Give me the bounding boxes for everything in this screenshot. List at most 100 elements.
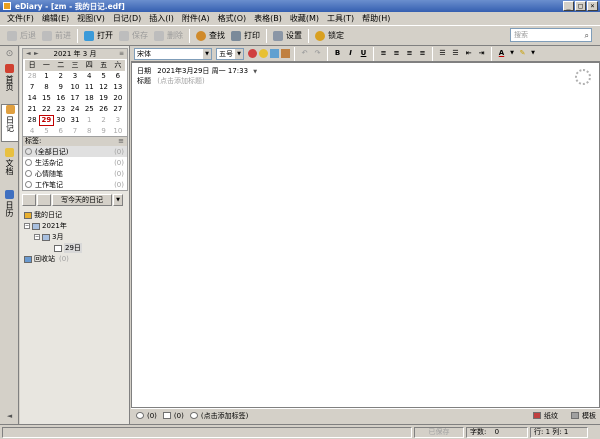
align-right-icon[interactable]: ≡ — [404, 48, 415, 59]
menu-format[interactable]: 格式(O) — [214, 13, 251, 24]
calendar-day[interactable]: 12 — [96, 82, 110, 93]
collapse-icon[interactable]: − — [24, 223, 30, 229]
tags-menu-icon[interactable]: ≡ — [118, 137, 124, 146]
calendar-day[interactable]: 11 — [82, 82, 96, 93]
tree-recycle[interactable]: 回收站 (0) — [24, 254, 69, 264]
next-entry-button[interactable] — [37, 194, 51, 206]
tab-calendar[interactable]: 日历 — [1, 190, 18, 219]
numbered-list-icon[interactable]: ☰ — [450, 48, 461, 59]
tag-all[interactable]: (全部日记) (0) — [23, 146, 127, 157]
chevron-down-icon[interactable]: ▼ — [253, 69, 257, 75]
smiley-icon[interactable] — [259, 49, 268, 58]
template-button[interactable]: 模板 — [571, 411, 596, 421]
calendar-day[interactable]: 3 — [111, 115, 125, 126]
lock-button[interactable]: 锁定 — [312, 28, 347, 44]
tag-mood[interactable]: 心情随笔 (0) — [23, 168, 127, 179]
redo-icon[interactable]: ↷ — [312, 48, 323, 59]
calendar-day[interactable]: 21 — [25, 104, 39, 115]
calendar-day[interactable]: 31 — [68, 115, 82, 126]
calendar-day[interactable]: 18 — [82, 93, 96, 104]
menu-attachment[interactable]: 附件(A) — [178, 13, 214, 24]
calendar-day[interactable]: 8 — [39, 82, 53, 93]
calendar-day[interactable]: 22 — [39, 104, 53, 115]
collapse-icon[interactable]: − — [34, 234, 40, 240]
calendar-day[interactable]: 1 — [82, 115, 96, 126]
prev-entry-button[interactable] — [22, 194, 36, 206]
calendar-day[interactable]: 13 — [111, 82, 125, 93]
menu-table[interactable]: 表格(B) — [250, 13, 286, 24]
minimize-button[interactable]: _ — [563, 1, 574, 11]
calendar-day[interactable]: 17 — [68, 93, 82, 104]
tag-work[interactable]: 工作笔记 (0) — [23, 179, 127, 190]
title-input[interactable]: (点击添加标题) — [157, 77, 204, 85]
calendar-day[interactable]: 28 — [25, 71, 39, 82]
tree-month[interactable]: −3月 — [34, 232, 63, 242]
calendar-day[interactable]: 16 — [54, 93, 68, 104]
calendar-day-today[interactable]: 29 — [39, 115, 54, 126]
menu-view[interactable]: 视图(V) — [73, 13, 109, 24]
calendar-menu-icon[interactable]: ≡ — [119, 50, 124, 57]
forward-button[interactable]: 前进 — [39, 28, 74, 44]
search-input[interactable]: 搜索 ⌕ — [510, 28, 592, 42]
search-icon[interactable]: ⌕ — [585, 30, 589, 42]
maximize-button[interactable]: □ — [575, 1, 586, 11]
calendar-day[interactable]: 20 — [111, 93, 125, 104]
calendar-day[interactable]: 3 — [68, 71, 82, 82]
menu-tools[interactable]: 工具(T) — [323, 13, 358, 24]
tree-day[interactable]: 29日 — [54, 243, 82, 253]
menu-insert[interactable]: 插入(I) — [145, 13, 178, 24]
attachments-button[interactable]: (0) — [162, 412, 184, 420]
tab-documents[interactable]: 文档 — [1, 148, 18, 177]
undo-icon[interactable]: ↶ — [299, 48, 310, 59]
tab-diary[interactable]: 日记 — [1, 104, 18, 142]
calendar-day[interactable]: 28 — [25, 115, 39, 126]
next-month-icon[interactable]: ► — [34, 50, 39, 57]
emoticon-icon[interactable] — [248, 49, 257, 58]
editor-area[interactable]: 日期 2021年3月29日 周一 17:33 ▼ 标题 (点击添加标题) — [131, 62, 600, 408]
menu-favorites[interactable]: 收藏(M) — [286, 13, 323, 24]
chevron-down-icon[interactable]: ▼ — [530, 48, 536, 59]
italic-button[interactable]: I — [345, 48, 356, 59]
menu-help[interactable]: 帮助(H) — [358, 13, 394, 24]
brush-icon[interactable] — [281, 49, 290, 58]
chevron-down-icon[interactable]: ▼ — [509, 48, 515, 59]
delete-button[interactable]: 删除 — [151, 28, 186, 44]
justify-icon[interactable]: ≡ — [417, 48, 428, 59]
save-button[interactable]: 保存 — [116, 28, 151, 44]
align-center-icon[interactable]: ≡ — [391, 48, 402, 59]
font-select[interactable]: 宋体 ▼ — [134, 47, 212, 60]
find-button[interactable]: 查找 — [193, 28, 228, 44]
calendar-day[interactable]: 23 — [54, 104, 68, 115]
calendar-day[interactable]: 19 — [96, 93, 110, 104]
add-tag-button[interactable]: (点击添加标签) — [189, 411, 248, 421]
calendar-day[interactable]: 25 — [82, 104, 96, 115]
calendar-day[interactable]: 10 — [68, 82, 82, 93]
paper-button[interactable]: 纸纹 — [533, 411, 558, 421]
tag-life[interactable]: 生活杂记 (0) — [23, 157, 127, 168]
calendar-day[interactable]: 27 — [111, 104, 125, 115]
calendar-day[interactable]: 1 — [39, 71, 53, 82]
tree-year[interactable]: −2021年 — [24, 221, 67, 231]
indent-icon[interactable]: ⇥ — [476, 48, 487, 59]
calendar-day[interactable]: 2 — [96, 115, 110, 126]
outdent-icon[interactable]: ⇤ — [463, 48, 474, 59]
calendar-day[interactable]: 15 — [39, 93, 53, 104]
bullet-list-icon[interactable]: ☰ — [437, 48, 448, 59]
calendar-day[interactable]: 7 — [25, 82, 39, 93]
calendar-day[interactable]: 26 — [96, 104, 110, 115]
open-button[interactable]: 打开 — [81, 28, 116, 44]
write-options-dropdown[interactable]: ▼ — [113, 194, 123, 206]
picture-icon[interactable] — [270, 49, 279, 58]
font-size-select[interactable]: 五号 ▼ — [216, 47, 244, 60]
calendar-day[interactable]: 2 — [54, 71, 68, 82]
comments-button[interactable]: (0) — [136, 412, 157, 420]
prev-month-icon[interactable]: ◄ — [26, 50, 31, 57]
write-today-button[interactable]: 写今天的日记 — [52, 194, 112, 206]
calendar-day[interactable]: 5 — [96, 71, 110, 82]
collapse-icon[interactable]: ⊙ — [1, 50, 18, 59]
print-button[interactable]: 打印 — [228, 28, 263, 44]
collapse-arrow-icon[interactable]: ◄ — [1, 412, 18, 421]
date-value[interactable]: 2021年3月29日 周一 17:33 — [157, 67, 248, 75]
font-color-icon[interactable]: A — [496, 48, 507, 59]
back-button[interactable]: 后退 — [4, 28, 39, 44]
